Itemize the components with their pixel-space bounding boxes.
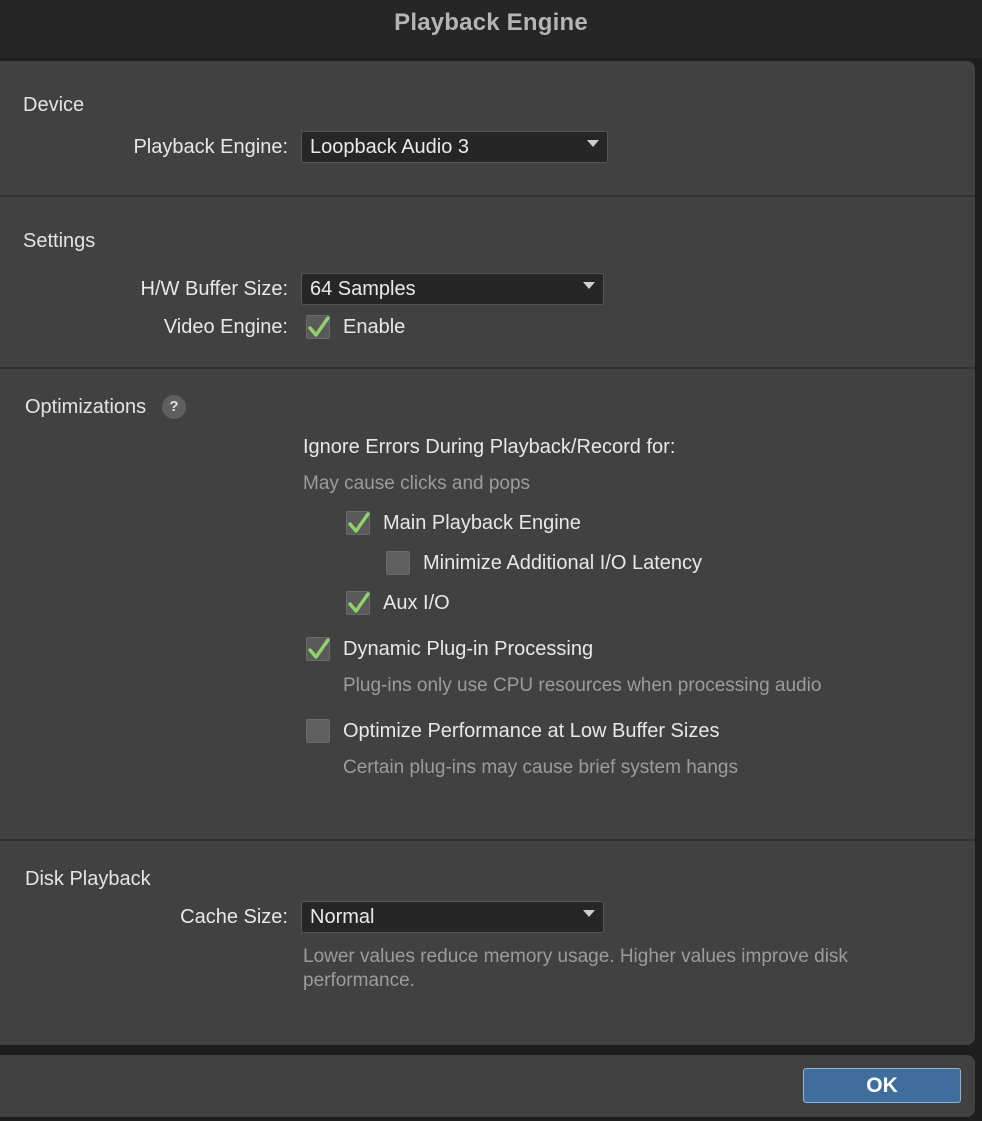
video-enable-label: Enable xyxy=(343,316,406,338)
section-divider xyxy=(0,195,975,197)
window-title: Playback Engine xyxy=(394,9,588,36)
aux-io-label: Aux I/O xyxy=(383,592,450,614)
device-section-title: Device xyxy=(23,94,85,116)
cache-size-label: Cache Size: xyxy=(180,906,288,928)
help-icon[interactable]: ? xyxy=(162,395,186,419)
checkmark-icon xyxy=(348,592,370,613)
chevron-down-icon xyxy=(583,282,595,289)
playback-engine-label: Playback Engine: xyxy=(133,136,288,158)
chevron-down-icon xyxy=(583,910,595,917)
buffer-size-dropdown[interactable]: 64 Samples xyxy=(301,273,604,305)
cache-size-hint: Lower values reduce memory usage. Higher… xyxy=(303,946,848,967)
video-engine-checkbox[interactable] xyxy=(306,315,330,339)
playback-engine-value: Loopback Audio 3 xyxy=(310,136,470,158)
optimizations-section-title: Optimizations xyxy=(25,396,147,418)
main-playback-label: Main Playback Engine xyxy=(383,512,581,534)
buffer-size-value: 64 Samples xyxy=(310,278,416,300)
playback-engine-dropdown[interactable]: Loopback Audio 3 xyxy=(301,131,608,163)
main-playback-checkbox[interactable] xyxy=(346,511,370,535)
dynamic-plugin-label: Dynamic Plug-in Processing xyxy=(343,638,594,660)
cache-size-hint-continued: performance. xyxy=(303,970,415,991)
section-divider xyxy=(0,839,975,841)
optimize-performance-label: Optimize Performance at Low Buffer Sizes xyxy=(343,720,720,742)
checkmark-icon xyxy=(308,316,330,337)
ok-button[interactable]: OK xyxy=(803,1068,961,1103)
dynamic-plugin-hint: Plug-ins only use CPU resources when pro… xyxy=(343,675,822,696)
cache-size-dropdown[interactable]: Normal xyxy=(301,901,604,933)
checkmark-icon xyxy=(308,638,330,659)
section-divider xyxy=(0,367,975,369)
settings-section-title: Settings xyxy=(23,230,96,252)
video-engine-label: Video Engine: xyxy=(163,316,288,338)
optimize-performance-checkbox[interactable] xyxy=(306,719,330,743)
minimize-latency-label: Minimize Additional I/O Latency xyxy=(423,552,703,574)
dynamic-plugin-checkbox[interactable] xyxy=(306,637,330,661)
title-bar: Playback Engine xyxy=(0,0,982,58)
aux-io-checkbox[interactable] xyxy=(346,591,370,615)
optimize-performance-hint: Certain plug-ins may cause brief system … xyxy=(343,757,738,778)
disk-playback-section-title: Disk Playback xyxy=(25,868,151,890)
buffer-size-label: H/W Buffer Size: xyxy=(140,278,288,300)
checkmark-icon xyxy=(348,512,370,533)
chevron-down-icon xyxy=(587,140,599,147)
minimize-latency-checkbox[interactable] xyxy=(386,551,410,575)
ignore-errors-hint: May cause clicks and pops xyxy=(303,473,531,494)
cache-size-value: Normal xyxy=(310,906,375,928)
ignore-errors-heading: Ignore Errors During Playback/Record for… xyxy=(303,436,676,458)
